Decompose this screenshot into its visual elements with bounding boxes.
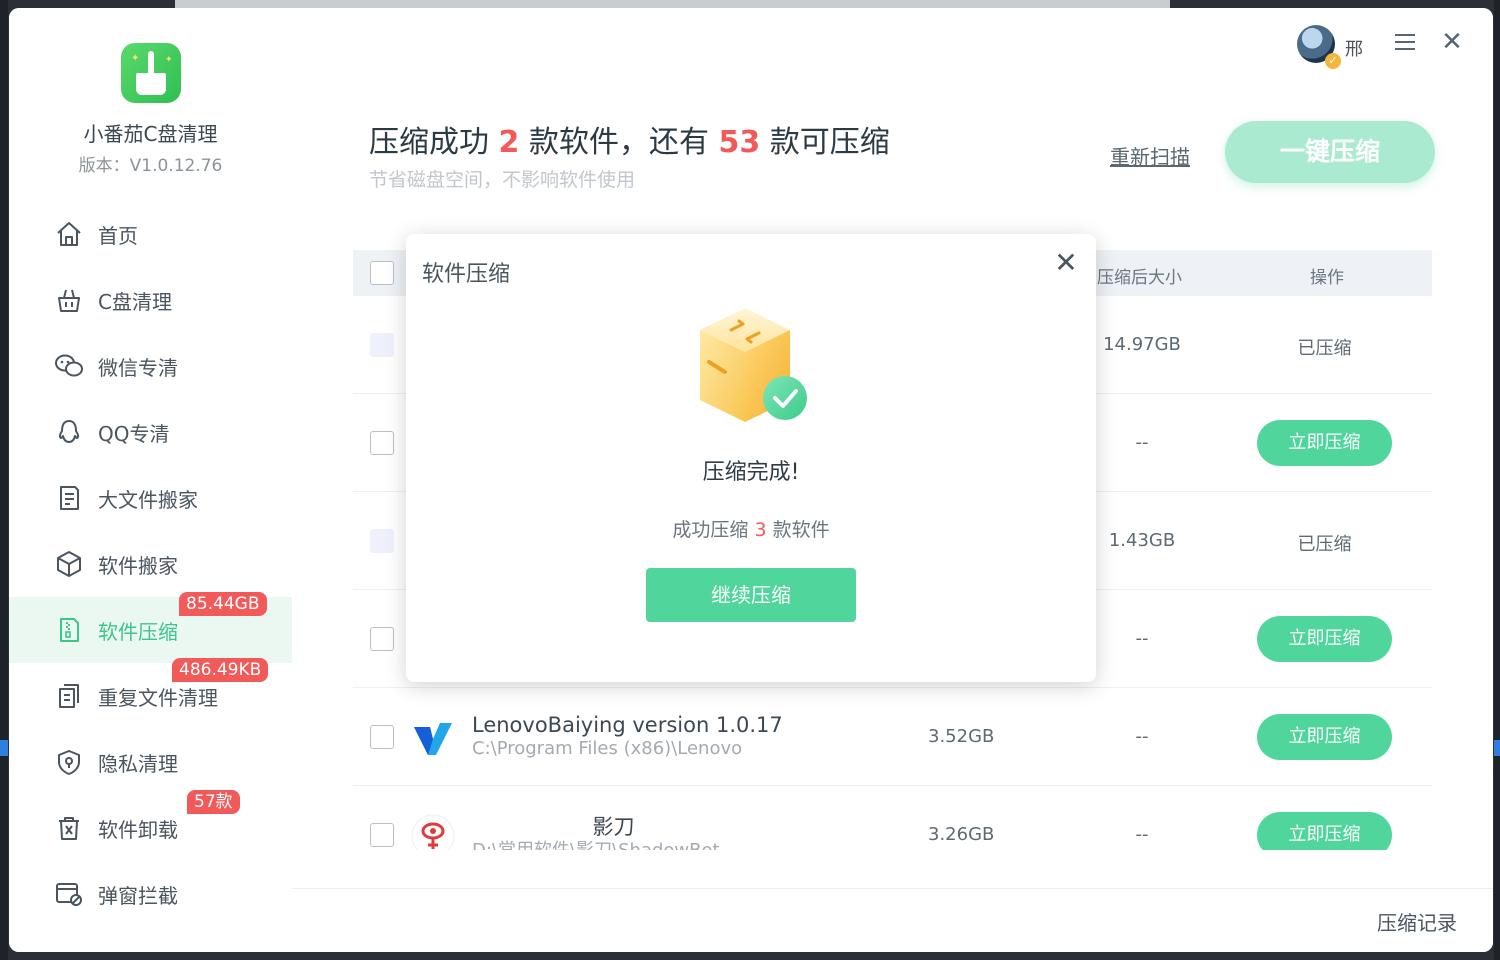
qq-icon: [53, 416, 85, 448]
sidebar-badge-duplicate: 486.49KB: [172, 658, 269, 682]
compress-now-button[interactable]: 立即压缩: [1257, 420, 1392, 466]
sidebar-badge-uninstall: 57款: [187, 790, 240, 814]
window-close-icon[interactable]: ✕: [1440, 29, 1464, 55]
home-icon: [53, 218, 85, 250]
sidebar: ✦ ✦ 小番茄C盘清理 版本：V1.0.12.76 首页 C盘清理 微信专清 Q…: [9, 8, 292, 952]
footer-bar: [292, 888, 1493, 952]
dialog-summary: 成功压缩 3 款软件: [406, 515, 1096, 542]
background-marker-left: [0, 740, 8, 756]
headline-compressed-count: 2: [498, 125, 520, 160]
vip-check-icon: ✓: [1325, 53, 1341, 69]
package-success-icon: [685, 300, 815, 430]
dialog-title: 软件压缩: [422, 262, 511, 287]
continue-compress-button[interactable]: 继续压缩: [646, 568, 856, 622]
box-move-icon: [53, 548, 85, 580]
row-checkbox: [370, 529, 394, 553]
app-window: ✦ ✦ 小番茄C盘清理 版本：V1.0.12.76 首页 C盘清理 微信专清 Q…: [9, 8, 1493, 952]
compress-history-link[interactable]: 压缩记录: [1377, 907, 1457, 936]
row-status: 已压缩: [1297, 338, 1352, 359]
popup-block-icon: [53, 878, 85, 910]
table-row: LenovoBaiying version 1.0.17 C:\Program …: [353, 688, 1432, 786]
shield-icon: [53, 746, 85, 778]
sidebar-item-label: 弹窗拦截: [98, 883, 178, 908]
summary-suffix: 款软件: [772, 519, 830, 541]
row-after-size: 1.43GB: [1108, 530, 1176, 551]
compress-now-button[interactable]: 立即压缩: [1257, 616, 1392, 662]
background-edge-right: [1494, 0, 1500, 960]
sidebar-item-label: 首页: [98, 223, 138, 248]
sidebar-item-label: 软件卸载: [98, 817, 178, 842]
row-checkbox[interactable]: [370, 627, 394, 651]
compress-result-dialog: 软件压缩 ✕ 压缩完成! 成功压缩 3 款软件 继续压缩: [406, 234, 1096, 682]
row-size: 3.26GB: [928, 824, 995, 845]
sidebar-item-label: 重复文件清理: [98, 685, 218, 710]
select-all-checkbox[interactable]: [370, 261, 394, 285]
row-after-size: --: [1135, 824, 1149, 845]
page-subtitle: 节省磁盘空间，不影响软件使用: [369, 169, 636, 191]
zip-icon: [53, 614, 85, 646]
sidebar-item-big-file-move[interactable]: 大文件搬家: [9, 465, 292, 531]
table-clip-mask: [292, 850, 1493, 888]
sidebar-item-wechat[interactable]: 微信专清: [9, 333, 292, 399]
row-after-size: --: [1135, 432, 1149, 453]
row-after-size: --: [1135, 628, 1149, 649]
app-logo-icon: ✦ ✦: [121, 43, 181, 103]
sidebar-item-label: 软件压缩: [98, 619, 178, 644]
sidebar-item-label: 隐私清理: [98, 751, 178, 776]
compress-now-button[interactable]: 立即压缩: [1257, 714, 1392, 760]
background-edge-left: [0, 0, 8, 960]
dialog-heading: 压缩完成!: [702, 460, 800, 485]
app-name: 小番茄C盘清理: [83, 122, 218, 146]
rescan-link[interactable]: 重新扫描: [1110, 141, 1190, 170]
wechat-icon: [53, 350, 85, 382]
sidebar-item-software-move[interactable]: 软件搬家: [9, 531, 292, 597]
row-after-size: 14.97GB: [1103, 334, 1181, 355]
sidebar-item-label: 微信专清: [98, 355, 178, 380]
app-version: 版本：V1.0.12.76: [78, 156, 223, 176]
user-name[interactable]: 邢: [1345, 35, 1363, 61]
headline-suffix: 款可压缩: [769, 125, 890, 160]
sidebar-item-label: 软件搬家: [98, 553, 178, 578]
sidebar-item-label: QQ专清: [98, 421, 170, 446]
row-app-name: LenovoBaiying version 1.0.17: [472, 713, 783, 737]
sidebar-item-label: C盘清理: [98, 289, 172, 314]
background-window-strip: [175, 0, 1170, 8]
page-headline: 压缩成功 2 款软件，还有 53 款可压缩: [369, 117, 890, 161]
duplicate-icon: [53, 680, 85, 712]
sidebar-item-popup-block[interactable]: 弹窗拦截: [9, 861, 292, 927]
sidebar-badge-compress: 85.44GB: [179, 592, 267, 616]
dialog-close-icon[interactable]: ✕: [1053, 249, 1079, 277]
menu-icon[interactable]: [1395, 34, 1415, 52]
column-after-size: 压缩后大小: [1097, 268, 1182, 288]
sidebar-item-uninstall[interactable]: 软件卸载: [9, 795, 292, 861]
column-operation: 操作: [1310, 268, 1344, 288]
row-checkbox[interactable]: [370, 431, 394, 455]
uninstall-icon: [53, 812, 85, 844]
row-checkbox[interactable]: [370, 823, 394, 847]
sidebar-item-label: 大文件搬家: [98, 487, 198, 512]
sidebar-item-home[interactable]: 首页: [9, 201, 292, 267]
lenovo-baiying-icon: [410, 715, 456, 761]
background-marker-right: [1494, 740, 1500, 756]
sidebar-item-c-clean[interactable]: C盘清理: [9, 267, 292, 333]
basket-icon: [53, 284, 85, 316]
row-size: 3.52GB: [928, 726, 995, 747]
row-checkbox[interactable]: [370, 725, 394, 749]
summary-count: 3: [754, 519, 767, 541]
row-after-size: --: [1135, 726, 1149, 747]
row-checkbox: [370, 333, 394, 357]
headline-remaining-count: 53: [718, 125, 761, 160]
file-move-icon: [53, 482, 85, 514]
row-app-path: C:\Program Files (x86)\Lenovo: [472, 738, 743, 759]
one-key-compress-button[interactable]: 一键压缩: [1225, 121, 1435, 183]
summary-prefix: 成功压缩: [672, 519, 749, 541]
headline-mid: 款软件，还有: [528, 125, 709, 160]
row-status: 已压缩: [1297, 534, 1352, 555]
sidebar-item-qq[interactable]: QQ专清: [9, 399, 292, 465]
headline-prefix: 压缩成功: [369, 125, 489, 160]
sidebar-item-privacy-clean[interactable]: 隐私清理: [9, 729, 292, 795]
